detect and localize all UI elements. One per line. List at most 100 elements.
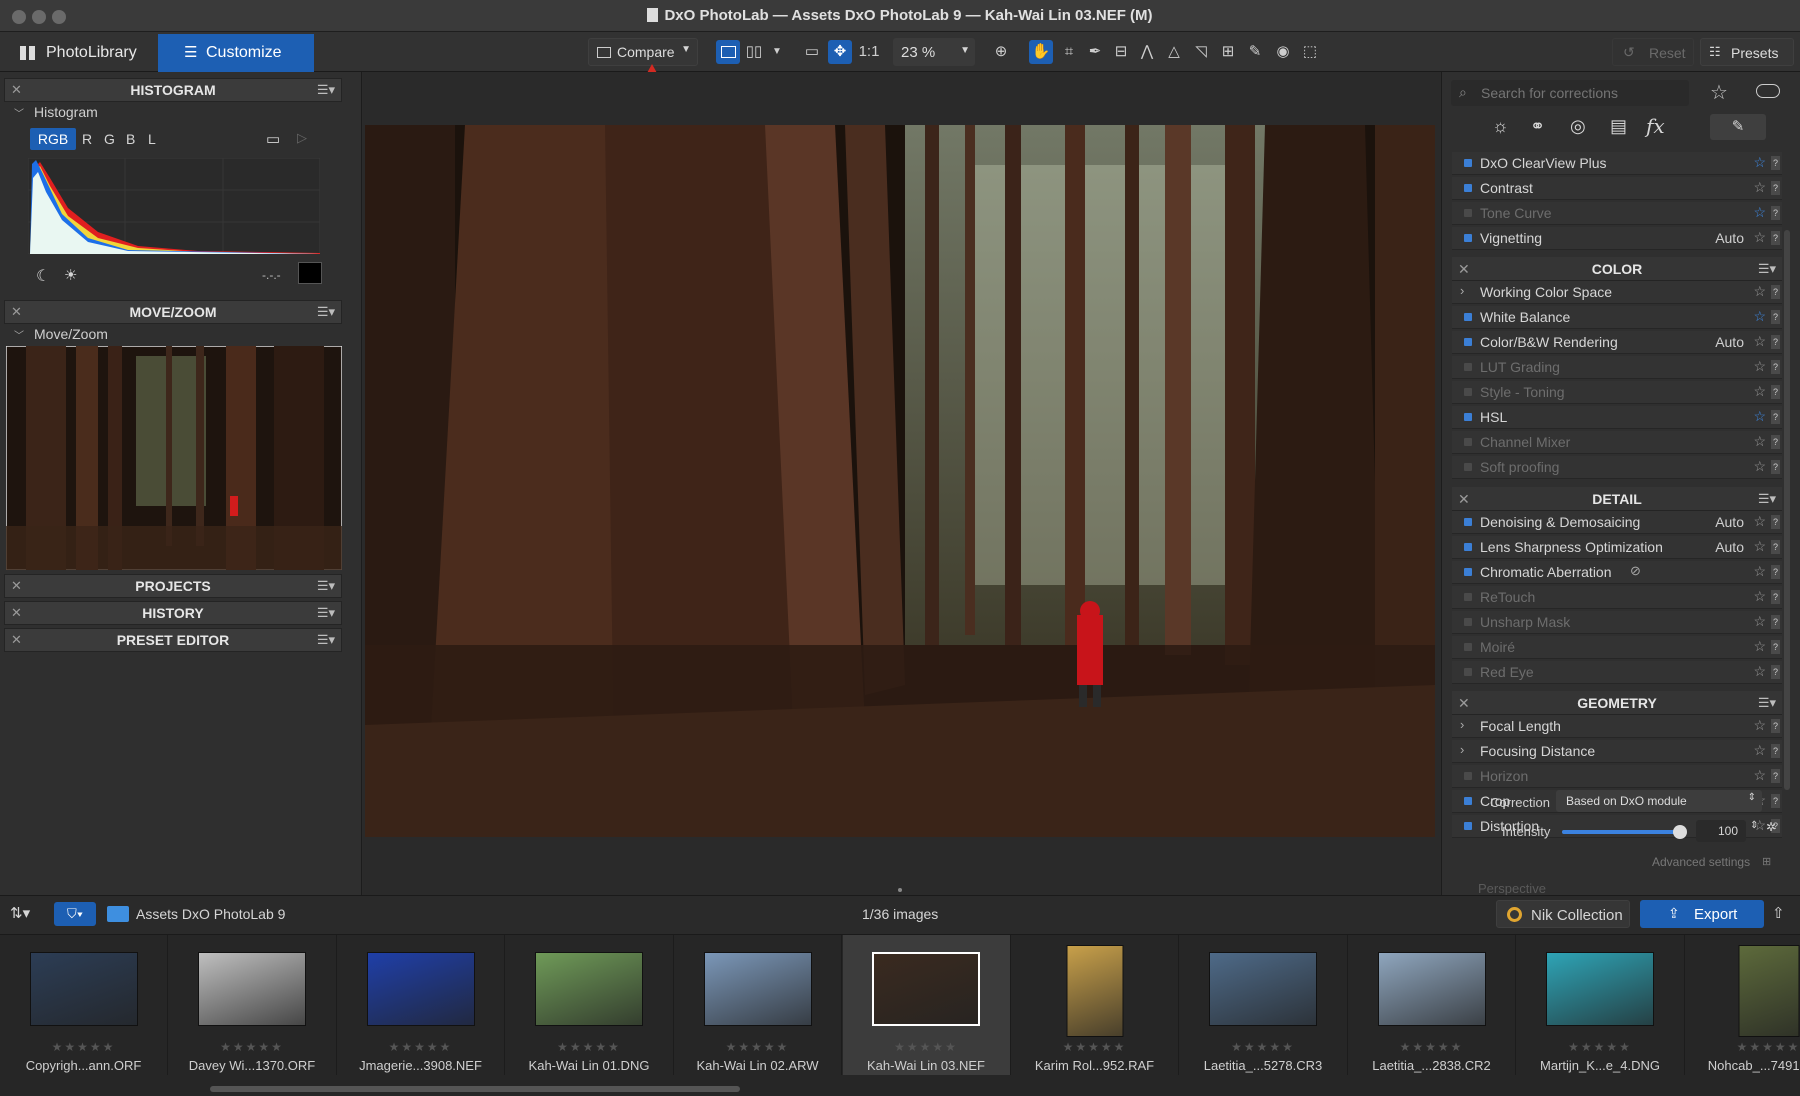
color-palette-header[interactable]: ✕ COLOR ☰▾	[1452, 257, 1782, 281]
splitter-handle[interactable]	[898, 888, 902, 892]
presets-button[interactable]: ☷ Presets	[1700, 38, 1794, 66]
view-mode-dropdown[interactable]: ▼	[765, 40, 789, 64]
enable-checkbox[interactable]	[1464, 388, 1472, 396]
favorite-star-icon[interactable]: ☆	[1753, 333, 1766, 350]
intensity-knob[interactable]	[1672, 825, 1687, 839]
correction-select[interactable]: Based on DxO module ⇕	[1556, 790, 1762, 812]
help-icon[interactable]: ?	[1771, 156, 1780, 170]
menu-icon[interactable]: ☰▾	[1758, 691, 1776, 715]
enable-checkbox[interactable]	[1464, 338, 1472, 346]
enable-checkbox[interactable]	[1464, 438, 1472, 446]
share-icon[interactable]: ⇧	[1772, 904, 1785, 922]
correction-row-color-b-w-rendering[interactable]: Color/B&W Rendering Auto ☆?	[1452, 331, 1782, 354]
moon-icon[interactable]: ☾	[36, 266, 50, 286]
correction-row-white-balance[interactable]: White Balance ☆?	[1452, 306, 1782, 329]
navigator-preview[interactable]	[6, 346, 342, 570]
retouch-tool-button[interactable]: ✎	[1243, 40, 1267, 64]
zoom-in-button[interactable]: ⊕	[989, 40, 1013, 64]
nik-collection-button[interactable]: Nik Collection	[1496, 900, 1630, 928]
close-icon[interactable]: ✕	[11, 79, 22, 101]
filmstrip-thumbnail[interactable]: ★★★★★ Kah-Wai Lin 01.DNG	[506, 935, 674, 1075]
projects-header[interactable]: ✕ PROJECTS ☰▾	[4, 574, 342, 598]
one-to-one-button[interactable]: 1:1	[855, 40, 883, 64]
chevron-right-icon[interactable]: ›	[1460, 742, 1464, 757]
local-adjust-palette-icon[interactable]: ✎	[1710, 114, 1766, 140]
color-palette-icon[interactable]: ⚭	[1530, 116, 1545, 137]
favorite-star-icon[interactable]: ☆	[1753, 408, 1766, 425]
correction-row-lens-sharpness-optimization[interactable]: Lens Sharpness Optimization Auto ☆?	[1452, 536, 1782, 559]
help-icon[interactable]: ?	[1771, 590, 1780, 604]
enable-checkbox[interactable]	[1464, 618, 1472, 626]
main-image[interactable]	[365, 125, 1435, 837]
intensity-slider[interactable]	[1562, 825, 1687, 839]
help-icon[interactable]: ?	[1771, 515, 1780, 529]
histogram-subheader[interactable]: ﹀ Histogram	[14, 104, 98, 120]
detail-palette-header[interactable]: ✕ DETAIL ☰▾	[1452, 487, 1782, 511]
favorite-star-icon[interactable]: ☆	[1753, 179, 1766, 196]
correction-row-retouch[interactable]: ReTouch ☆?	[1452, 586, 1782, 609]
menu-icon[interactable]: ☰▾	[1758, 487, 1776, 511]
geometry-palette-header[interactable]: ✕ GEOMETRY ☰▾	[1452, 691, 1782, 715]
filmstrip-thumbnail[interactable]: ★★★★★ Kah-Wai Lin 03.NEF	[842, 935, 1011, 1075]
light-palette-icon[interactable]: ☼	[1492, 116, 1509, 137]
search-input[interactable]	[1481, 83, 1681, 103]
search-corrections-field[interactable]: ⌕	[1451, 80, 1689, 106]
help-icon[interactable]: ?	[1771, 410, 1780, 424]
enable-checkbox[interactable]	[1464, 184, 1472, 192]
chevron-right-icon[interactable]: ›	[1460, 717, 1464, 732]
perspective-row-label[interactable]: Perspective	[1478, 881, 1546, 896]
menu-icon[interactable]: ☰▾	[317, 629, 335, 651]
split-view-button[interactable]: ▯▯	[742, 40, 766, 64]
rating-stars[interactable]: ★★★★★	[674, 1040, 841, 1054]
toggle-icon[interactable]	[1756, 84, 1780, 98]
menu-icon[interactable]: ☰▾	[317, 575, 335, 597]
help-icon[interactable]: ?	[1771, 744, 1780, 758]
enable-checkbox[interactable]	[1464, 463, 1472, 471]
correction-row-soft-proofing[interactable]: Soft proofing ☆?	[1452, 456, 1782, 479]
help-icon[interactable]: ?	[1771, 285, 1780, 299]
histogram-header[interactable]: ✕ HISTOGRAM ☰▾	[4, 78, 342, 102]
channel-rgb[interactable]: RGB	[30, 128, 76, 150]
close-icon[interactable]: ✕	[11, 602, 22, 624]
favorite-star-icon[interactable]: ☆	[1753, 638, 1766, 655]
correction-row-focal-length[interactable]: Focal Length › ☆?	[1452, 715, 1782, 738]
correction-row-red-eye[interactable]: Red Eye ☆?	[1452, 661, 1782, 684]
correction-row-denoising-demosaicing[interactable]: Denoising & Demosaicing Auto ☆?	[1452, 511, 1782, 534]
filmstrip-scrollbar[interactable]	[210, 1086, 740, 1092]
close-icon[interactable]: ✕	[11, 575, 22, 597]
help-icon[interactable]: ?	[1771, 310, 1780, 324]
favorite-star-icon[interactable]: ☆	[1753, 588, 1766, 605]
menu-icon[interactable]: ☰▾	[317, 602, 335, 624]
filmstrip-thumbnail[interactable]: ★★★★★ Laetitia_...5278.CR3	[1180, 935, 1348, 1075]
tab-customize[interactable]: ☰ Customize	[158, 34, 314, 72]
help-icon[interactable]: ?	[1771, 335, 1780, 349]
favorite-star-icon[interactable]: ☆	[1753, 538, 1766, 555]
menu-icon[interactable]: ☰▾	[1758, 257, 1776, 281]
channel-l[interactable]: L	[148, 131, 156, 147]
favorite-star-icon[interactable]: ☆	[1753, 383, 1766, 400]
white-balance-picker-button[interactable]: ✒	[1083, 40, 1107, 64]
movezoom-subheader[interactable]: ﹀ Move/Zoom	[14, 326, 108, 342]
favorite-star-icon[interactable]: ☆	[1753, 663, 1766, 680]
enable-checkbox[interactable]	[1464, 797, 1472, 805]
favorite-star-icon[interactable]: ☆	[1753, 229, 1766, 246]
help-icon[interactable]: ?	[1771, 181, 1780, 195]
perspective-tool-button[interactable]: ⋀	[1135, 40, 1159, 64]
filmstrip-thumbnail[interactable]: ★★★★★ Karim Rol...952.RAF	[1011, 935, 1179, 1075]
horizon-tool-button[interactable]: ⊟	[1109, 40, 1133, 64]
history-header[interactable]: ✕ HISTORY ☰▾	[4, 601, 342, 625]
favorite-star-icon[interactable]: ☆	[1753, 283, 1766, 300]
soft-proof-icon[interactable]: ▷	[297, 130, 307, 146]
correction-row-tone-curve[interactable]: Tone Curve ☆?	[1452, 202, 1782, 225]
favorite-star-icon[interactable]: ☆	[1753, 154, 1766, 171]
channel-g[interactable]: G	[104, 131, 115, 147]
reset-button[interactable]: ↺ Reset	[1612, 38, 1694, 66]
help-icon[interactable]: ?	[1771, 206, 1780, 220]
local-adjustments-button[interactable]: ◹	[1189, 40, 1213, 64]
rating-stars[interactable]: ★★★★★	[1011, 1040, 1178, 1054]
favorite-star-icon[interactable]: ☆	[1753, 433, 1766, 450]
favorite-star-icon[interactable]: ☆	[1753, 308, 1766, 325]
enable-checkbox[interactable]	[1464, 568, 1472, 576]
enable-checkbox[interactable]	[1464, 313, 1472, 321]
help-icon[interactable]: ?	[1771, 231, 1780, 245]
